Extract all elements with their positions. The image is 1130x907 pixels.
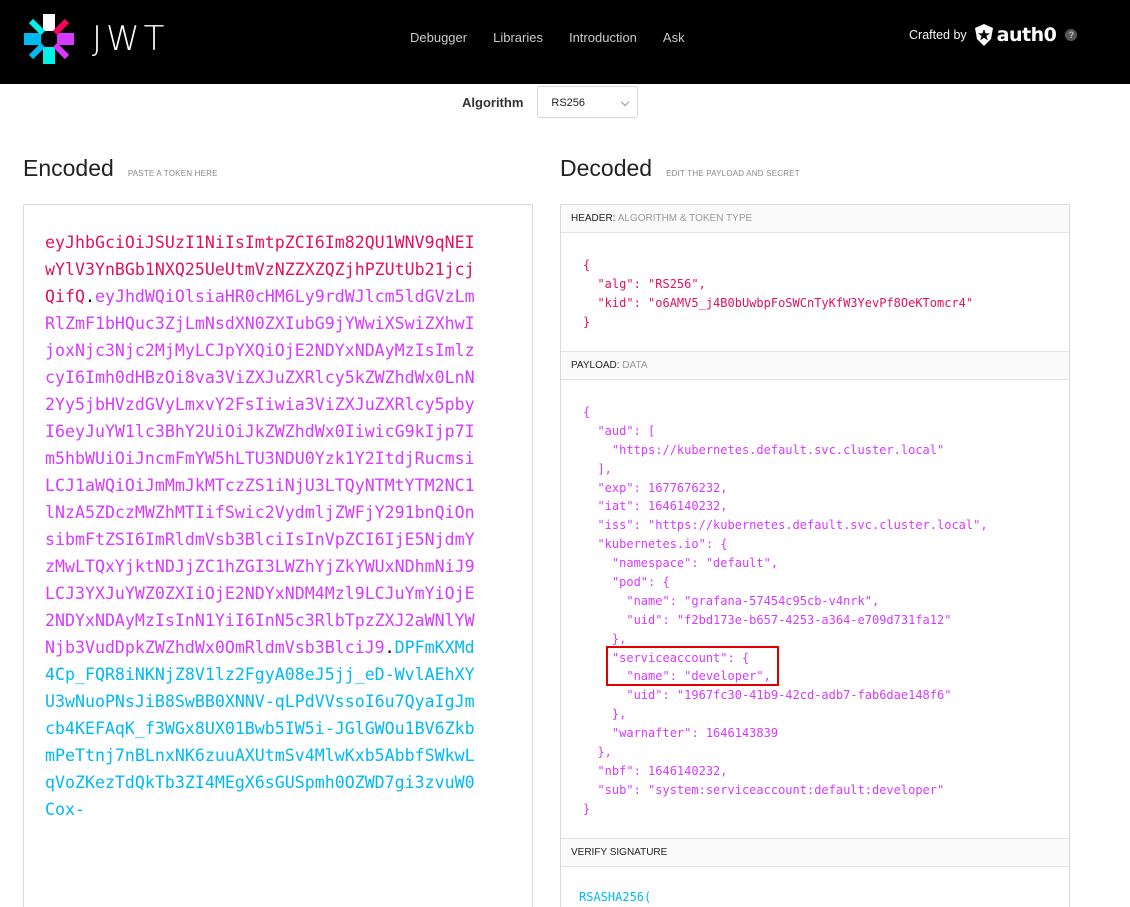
header-json-line: { <box>583 258 591 272</box>
algorithm-select[interactable]: RS256 <box>537 86 639 118</box>
header-label: HEADER: <box>571 213 616 224</box>
token-dot: . <box>384 638 395 657</box>
verify-code: RSASHA256( <box>579 890 652 904</box>
payload-json-line: "pod": { <box>583 575 670 590</box>
verify-signature-body[interactable]: RSASHA256( <box>561 867 1069 904</box>
decoded-subtitle: EDIT THE PAYLOAD AND SECRET <box>666 169 800 178</box>
payload-json-line: "kubernetes.io": { <box>583 537 728 552</box>
payload-json-line: "nbf": 1646140232, <box>583 763 728 778</box>
encoded-subtitle: PASTE A TOKEN HERE <box>127 169 218 178</box>
header-json-editor[interactable]: { "alg": "RS256", "kid": "o6AMV5_j4B0bUw… <box>561 233 1069 352</box>
header-json-line: "kid": "o6AMV5_j4B0bUwbpFoSWCnTyKfW3YevP… <box>583 295 974 310</box>
chevron-down-icon <box>621 97 630 107</box>
payload-json-line: }, <box>583 707 627 722</box>
nav-introduction[interactable]: Introduction <box>569 30 637 45</box>
nav-links: Debugger Libraries Introduction Ask <box>410 30 711 45</box>
payload-json-line: }, <box>583 745 612 760</box>
payload-json-line: "iat": 1646140232, <box>583 499 728 514</box>
algorithm-value: RS256 <box>551 97 586 109</box>
payload-label: PAYLOAD: <box>571 360 620 371</box>
payload-hint: DATA <box>622 360 648 371</box>
payload-json-line: { <box>583 405 591 419</box>
help-icon[interactable]: ? <box>1065 29 1078 41</box>
payload-json-line: ], <box>583 461 612 476</box>
verify-signature-title: VERIFY SIGNATURE <box>561 839 1069 867</box>
payload-json-line: "sub": "system:serviceaccount:default:de… <box>583 782 945 797</box>
encoded-token[interactable]: eyJhbGciOiJSUzI1NiIsImtpZCI6Im82QU1WNV9q… <box>45 229 475 823</box>
payload-json-line: "namespace": "default", <box>583 556 779 571</box>
encoded-token-editor[interactable]: eyJhbGciOiJSUzI1NiIsImtpZCI6Im82QU1WNV9q… <box>23 204 533 907</box>
verify-label: VERIFY SIGNATURE <box>571 847 668 858</box>
auth0-brand: auth0 <box>996 24 1057 46</box>
algorithm-label: Algorithm <box>462 94 524 110</box>
encoded-heading: Encoded PASTE A TOKEN HERE <box>23 155 218 182</box>
header-json-line: "alg": "RS256", <box>583 276 706 291</box>
auth0-shield-icon <box>974 24 993 46</box>
token-dot: . <box>84 287 95 306</box>
token-signature-part: DPFmKXMd4Cp_FQR8iNKNjZ8V1lz2FgyA08eJ5jj_… <box>45 638 475 819</box>
serviceaccount-highlight-box <box>606 646 779 686</box>
payload-json-line: "aud": [ <box>583 423 656 438</box>
nav-ask[interactable]: Ask <box>663 30 685 45</box>
payload-json-line: "warnafter": 1646143839 <box>583 726 779 741</box>
crafted-by-label: Crafted by <box>909 28 967 42</box>
algorithm-selector: Algorithm RS256 <box>462 86 639 118</box>
header-hint: ALGORITHM & TOKEN TYPE <box>617 213 753 224</box>
payload-json-line: } <box>583 801 591 816</box>
payload-json-line: "iss": "https://kubernetes.default.svc.c… <box>583 518 988 533</box>
jwt-logo-icon <box>24 14 74 64</box>
header-section-title: HEADER: ALGORITHM & TOKEN TYPE <box>561 205 1069 233</box>
jwt-logo[interactable]: JWT <box>22 12 168 66</box>
payload-json[interactable]: { "aud": [ "https://kubernetes.default.s… <box>583 403 1069 819</box>
nav-libraries[interactable]: Libraries <box>493 30 543 45</box>
payload-json-line: "https://kubernetes.default.svc.cluster.… <box>583 442 945 457</box>
decoded-title: Decoded <box>560 155 653 181</box>
payload-section-title: PAYLOAD: DATA <box>561 352 1069 380</box>
decoded-heading: Decoded EDIT THE PAYLOAD AND SECRET <box>560 155 800 182</box>
crafted-by-auth0[interactable]: Crafted by auth0 ? <box>909 24 1078 46</box>
top-nav: JWT Debugger Libraries Introduction Ask … <box>0 0 1130 84</box>
nav-debugger[interactable]: Debugger <box>410 30 467 45</box>
payload-json-line: "name": "grafana-57454c95cb-v4nrk", <box>583 593 880 608</box>
payload-json-line: "uid": "1967fc30-41b9-42cd-adb7-fab6dae1… <box>583 688 952 703</box>
token-payload-part: eyJhdWQiOlsiaHR0cHM6Ly9rdWJlcm5ldGVzLmRl… <box>45 287 475 657</box>
payload-json-line: "uid": "f2bd173e-b657-4253-a364-e709d731… <box>583 612 952 627</box>
logo-text: JWT <box>92 19 169 59</box>
encoded-title: Encoded <box>23 155 114 181</box>
header-json[interactable]: { "alg": "RS256", "kid": "o6AMV5_j4B0bUw… <box>583 256 1069 332</box>
header-json-line: } <box>583 314 591 329</box>
payload-json-editor[interactable]: { "aud": [ "https://kubernetes.default.s… <box>561 380 1069 839</box>
decoded-panel: HEADER: ALGORITHM & TOKEN TYPE { "alg": … <box>560 204 1070 907</box>
payload-json-line: "exp": 1677676232, <box>583 480 728 495</box>
